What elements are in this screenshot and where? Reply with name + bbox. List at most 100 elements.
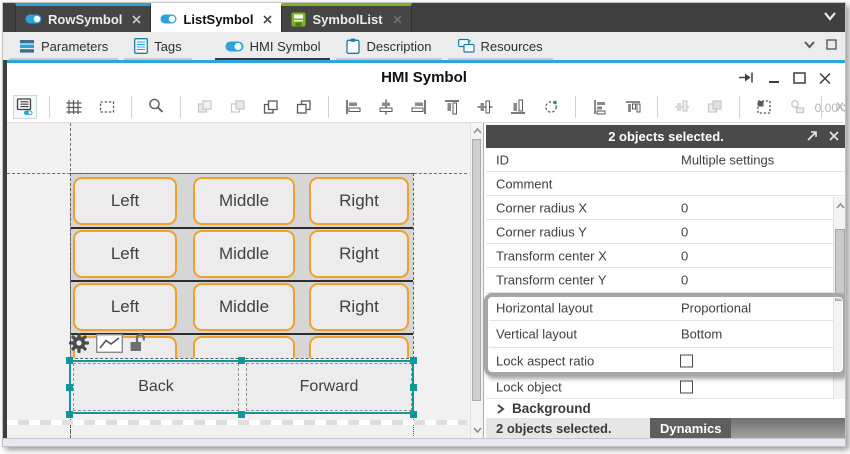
align-right-button[interactable] xyxy=(407,95,431,119)
scroll-up-icon[interactable] xyxy=(471,124,483,138)
lock-object-checkbox[interactable] xyxy=(680,381,693,394)
close-icon[interactable] xyxy=(393,15,402,24)
editor-tab-label: Tags xyxy=(154,39,181,54)
property-value[interactable]: 0 xyxy=(681,200,688,215)
editor-tab-description[interactable]: Description xyxy=(336,34,441,60)
selection-handle[interactable] xyxy=(238,411,245,418)
match-height-button[interactable] xyxy=(703,95,727,119)
maximize-panel-icon[interactable] xyxy=(826,39,837,50)
close-icon[interactable] xyxy=(819,71,831,85)
panel-vertical-scrollbar[interactable] xyxy=(833,197,846,415)
close-icon[interactable] xyxy=(263,15,272,24)
editor-tab-resources[interactable]: Resources xyxy=(448,34,553,60)
lock-aspect-ratio-checkbox[interactable] xyxy=(680,354,693,367)
editor-tab-hmi-symbol[interactable]: HMI Symbol xyxy=(215,34,331,60)
distribute-vertical-button[interactable] xyxy=(621,95,645,119)
scroll-down-icon[interactable] xyxy=(471,423,483,437)
list-button[interactable]: Left xyxy=(73,230,177,278)
align-top-button[interactable] xyxy=(440,95,464,119)
distribute-horizontal-button[interactable] xyxy=(588,95,612,119)
resources-icon xyxy=(458,38,475,54)
symbol-tree-button[interactable] xyxy=(13,95,37,119)
property-value[interactable]: 0 xyxy=(681,248,688,263)
selection-handle[interactable] xyxy=(410,357,417,364)
property-value[interactable]: 0 xyxy=(681,273,688,288)
design-canvas[interactable]: Left Middle Right Left Middle Right Left… xyxy=(7,123,483,438)
selection-handle[interactable] xyxy=(66,357,73,364)
tab-symbollist[interactable]: SymbolList xyxy=(282,3,411,32)
close-icon[interactable] xyxy=(132,15,141,24)
list-button-partial[interactable] xyxy=(309,336,409,358)
rotate-button[interactable] xyxy=(539,95,563,119)
property-row-id: ID Multiple settings xyxy=(486,148,846,172)
scrollbar-thumb[interactable] xyxy=(835,229,845,301)
parameters-icon xyxy=(19,38,35,54)
spinner-arrows-icon[interactable] xyxy=(842,100,846,116)
editor-tab-tags[interactable]: Tags xyxy=(124,34,191,60)
list-button[interactable]: Middle xyxy=(193,230,295,278)
list-button[interactable]: Left xyxy=(73,177,177,225)
selection-handle[interactable] xyxy=(410,384,417,391)
list-button[interactable]: Middle xyxy=(193,177,295,225)
list-button[interactable]: Right xyxy=(309,230,409,278)
close-icon[interactable] xyxy=(828,129,840,142)
scroll-up-icon[interactable] xyxy=(834,199,846,213)
background-section-header[interactable]: Background xyxy=(486,399,846,418)
snap-object-button[interactable] xyxy=(785,95,809,119)
property-label: Transform center Y xyxy=(496,273,607,288)
maximize-icon[interactable] xyxy=(793,71,806,85)
drawing-toolbar: X 0.00 xyxy=(7,91,843,123)
zoom-button[interactable] xyxy=(144,95,168,119)
align-bottom-button[interactable] xyxy=(506,95,530,119)
match-width-button[interactable] xyxy=(670,95,694,119)
marching-ants-border xyxy=(7,420,467,425)
minimize-icon[interactable] xyxy=(768,71,780,85)
object-status-icons xyxy=(67,331,149,355)
grid-button[interactable] xyxy=(62,95,86,119)
canvas-vertical-scrollbar[interactable] xyxy=(470,123,482,438)
selection-handle[interactable] xyxy=(66,384,73,391)
tab-rowsymbol[interactable]: RowSymbol xyxy=(15,3,151,32)
tab-listsymbol[interactable]: ListSymbol xyxy=(151,3,282,32)
pin-icon[interactable] xyxy=(738,69,755,86)
editor-tab-label: Resources xyxy=(481,39,543,54)
list-button[interactable]: Left xyxy=(73,283,177,331)
footer-tab-selection[interactable]: 2 objects selected. xyxy=(486,418,650,438)
back-button[interactable]: Back xyxy=(73,363,239,411)
property-value[interactable]: 0 xyxy=(681,224,688,239)
property-value[interactable]: Proportional xyxy=(681,300,751,315)
selection-handle[interactable] xyxy=(238,357,245,364)
ungroup-button[interactable] xyxy=(226,95,250,119)
editor-tab-bar: Parameters Tags HMI Symbol Description R… xyxy=(3,32,845,60)
align-middle-button[interactable] xyxy=(473,95,497,119)
section-label: Background xyxy=(512,401,591,416)
list-button[interactable]: Middle xyxy=(193,283,295,331)
send-backward-button[interactable] xyxy=(292,95,316,119)
editor-tab-parameters[interactable]: Parameters xyxy=(9,34,118,60)
forward-button[interactable]: Forward xyxy=(246,363,412,411)
chevron-down-icon[interactable] xyxy=(803,39,816,50)
align-left-button[interactable] xyxy=(341,95,365,119)
undock-icon[interactable] xyxy=(805,129,818,142)
scrollbar-thumb[interactable] xyxy=(472,139,481,401)
property-value[interactable]: Bottom xyxy=(681,327,722,342)
property-value[interactable]: Multiple settings xyxy=(681,152,774,167)
description-icon xyxy=(346,38,360,54)
align-center-button[interactable] xyxy=(374,95,398,119)
toggle-icon xyxy=(160,14,177,24)
bring-forward-button[interactable] xyxy=(259,95,283,119)
gear-icon xyxy=(67,331,91,355)
page-title: HMI Symbol xyxy=(3,69,845,86)
tab-overflow-chevron-icon[interactable] xyxy=(823,10,837,22)
list-button-partial[interactable] xyxy=(193,336,295,358)
panel-footer-tabs: 2 objects selected. Dynamics xyxy=(486,418,846,438)
list-button[interactable]: Right xyxy=(309,177,409,225)
symbol-list-icon xyxy=(291,12,306,27)
property-label: Vertical layout xyxy=(496,327,577,342)
selection-mode-button[interactable] xyxy=(752,95,776,119)
footer-tab-dynamics[interactable]: Dynamics xyxy=(650,418,731,438)
toggle-icon xyxy=(225,41,244,52)
list-button[interactable]: Right xyxy=(309,283,409,331)
group-button[interactable] xyxy=(193,95,217,119)
selection-frame-button[interactable] xyxy=(95,95,119,119)
